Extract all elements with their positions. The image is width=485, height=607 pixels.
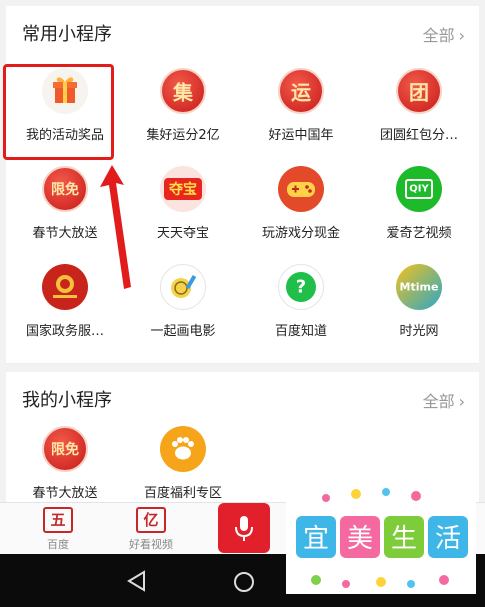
section-title-mine: 我的小程序 bbox=[22, 390, 112, 411]
haokan-icon: 亿 bbox=[136, 507, 166, 533]
national-emblem-icon bbox=[42, 264, 88, 310]
program-item-tuanyuan-hongbao[interactable]: 团 团圆红包分… bbox=[360, 68, 478, 143]
program-label: 一起画电影 bbox=[150, 324, 216, 339]
program-item-baidu-zhidao[interactable]: ? 百度知道 bbox=[242, 264, 360, 339]
chevron-right-icon: › bbox=[458, 392, 465, 411]
xianmian-icon: 限免 bbox=[42, 166, 88, 212]
watermark-logo: 宜 美 生 活 bbox=[286, 484, 476, 594]
see-all-frequent-link[interactable]: 全部 › bbox=[423, 22, 465, 46]
film-drawing-icon bbox=[160, 264, 206, 310]
tab-baidu[interactable]: 五 百度 bbox=[28, 507, 88, 552]
xianmian-icon: 限免 bbox=[42, 426, 88, 472]
annotation-arrow-icon bbox=[100, 165, 131, 289]
divider bbox=[6, 363, 479, 364]
chevron-right-icon: › bbox=[458, 26, 465, 45]
gamepad-icon bbox=[278, 166, 324, 212]
program-label: 团圆红包分… bbox=[379, 128, 458, 143]
program-label: 百度知道 bbox=[274, 324, 327, 339]
svg-text:活: 活 bbox=[435, 524, 461, 554]
program-label: 集好运分2亿 bbox=[146, 128, 220, 143]
program-item-haoyun-new-year[interactable]: 运 好运中国年 bbox=[242, 68, 360, 143]
section-title-frequent: 常用小程序 bbox=[22, 24, 112, 45]
program-label: 玩游戏分现金 bbox=[261, 226, 340, 241]
program-item-mtime[interactable]: Mtime 时光网 bbox=[360, 264, 478, 339]
program-label: 国家政务服… bbox=[25, 324, 104, 339]
program-label: 爱奇艺视频 bbox=[386, 226, 452, 241]
tab-label: 好看视频 bbox=[129, 538, 173, 551]
tab-haokan-video[interactable]: 亿 好看视频 bbox=[121, 507, 181, 552]
ji-seal-icon: 集 bbox=[160, 68, 206, 114]
baidu-icon: 五 bbox=[43, 507, 73, 533]
program-label: 春节大放送 bbox=[32, 486, 98, 501]
paw-icon bbox=[160, 426, 206, 472]
svg-text:美: 美 bbox=[347, 524, 373, 554]
yun-seal-icon: 运 bbox=[278, 68, 324, 114]
iqiyi-icon: QIY bbox=[396, 166, 442, 212]
voice-search-button[interactable] bbox=[218, 503, 270, 553]
svg-text:生: 生 bbox=[391, 524, 417, 554]
back-icon[interactable] bbox=[126, 570, 148, 592]
see-all-label: 全部 bbox=[422, 26, 455, 45]
microphone-icon bbox=[235, 516, 253, 541]
program-label: 百度福利专区 bbox=[143, 486, 222, 501]
svg-text:宜: 宜 bbox=[303, 524, 329, 554]
frequent-programs-card: 常用小程序 全部 › 我的活动奖品 集 集好运分2亿 运 好运中国年 团 团圆红… bbox=[6, 6, 479, 364]
my-program-item-baidu-welfare[interactable]: 百度福利专区 bbox=[124, 426, 242, 501]
program-item-ji-haoyun[interactable]: 集 集好运分2亿 bbox=[124, 68, 242, 143]
program-label: 好运中国年 bbox=[268, 128, 334, 143]
question-icon: ? bbox=[278, 264, 324, 310]
home-icon[interactable] bbox=[232, 570, 256, 594]
see-all-label: 全部 bbox=[422, 392, 455, 411]
program-item-play-games[interactable]: 玩游戏分现金 bbox=[242, 166, 360, 241]
program-item-draw-film[interactable]: 一起画电影 bbox=[124, 264, 242, 339]
duobao-icon: 夺宝 bbox=[160, 166, 206, 212]
program-label: 天天夺宝 bbox=[156, 226, 209, 241]
tuan-seal-icon: 团 bbox=[396, 68, 442, 114]
program-item-iqiyi[interactable]: QIY 爱奇艺视频 bbox=[360, 166, 478, 241]
mtime-icon: Mtime bbox=[396, 264, 442, 310]
program-item-duobao[interactable]: 夺宝 天天夺宝 bbox=[124, 166, 242, 241]
program-label: 时光网 bbox=[399, 324, 439, 339]
tab-label: 百度 bbox=[47, 538, 69, 551]
see-all-mine-link[interactable]: 全部 › bbox=[423, 388, 465, 412]
my-program-item-spring-festival[interactable]: 限免 春节大放送 bbox=[6, 426, 124, 501]
highlight-box bbox=[3, 64, 114, 160]
